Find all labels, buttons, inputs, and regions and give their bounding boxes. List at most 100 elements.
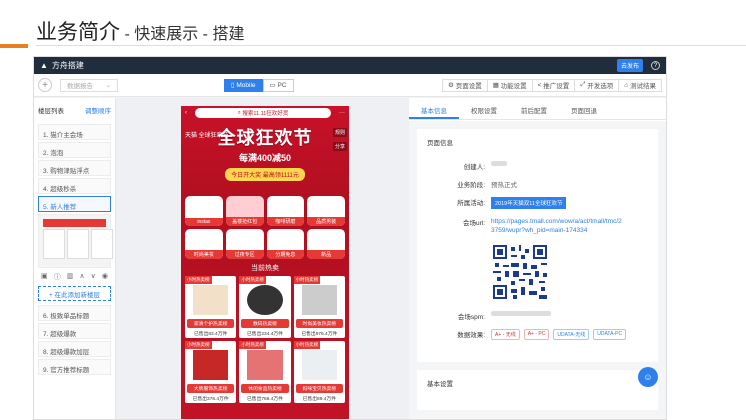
floor-item-selected[interactable]: 5. 新人推荐 [38, 196, 111, 212]
product-name: 家清个护热卖榜 [187, 319, 235, 328]
slide-title: 业务简介 - 快速展示 - 搭建 [36, 16, 244, 46]
floor-item[interactable]: 1. 猫介主会场 [38, 124, 111, 140]
category-item[interactable]: 新品 [307, 229, 345, 259]
phone-preview[interactable]: ‹ ⌕ 搜索11.11狂欢好货 ··· 天猫 全球狂欢节 规则 分享 全球狂欢节… [181, 106, 349, 419]
mobile-button[interactable]: ▯ Mobile [224, 78, 263, 92]
function-settings-button[interactable]: ▦ 功能设置 [486, 78, 533, 92]
floor-item[interactable]: 6. 极致单品标题 [38, 305, 111, 321]
spm-value [491, 311, 551, 318]
delete-icon[interactable]: ▥ [67, 272, 74, 282]
floor-list-panel: 楼层列表 调整顺序 1. 猫介主会场 2. 泡泡 3. 购物津贴浮点 4. 超级… [34, 98, 116, 419]
preview-area: ‹ ⌕ 搜索11.11狂欢好货 ··· 天猫 全球狂欢节 规则 分享 全球狂欢节… [116, 98, 409, 419]
product-image [193, 285, 229, 315]
tab-config[interactable]: 前后配置 [509, 98, 559, 119]
logo-icon: ▲ [40, 61, 48, 70]
down-icon[interactable]: ∨ [91, 272, 96, 282]
product-card[interactable]: 小时热卖榜 休闲食品热卖榜 已售出766.4万件 [239, 341, 291, 403]
product-card[interactable]: 小时热卖榜 时尚美妆热卖榜 已售出976.4万件 [293, 276, 345, 338]
info-icon[interactable]: ⓘ [54, 272, 61, 282]
product-sold: 已售出766.4万件 [246, 397, 283, 402]
url-row: 会场url: https://pages.tmall.com/wow/a/act… [427, 217, 648, 235]
chip-udata-wireless[interactable]: UDATA-无线 [553, 329, 590, 340]
spm-row: 会场spm: [427, 311, 648, 321]
app-window: ▲ 方舟搭建 去发布 ? + 数据报告 ⌄ ▯ Mobile ▭ PC ⚙ 页面… [33, 56, 667, 420]
code-icon: ⤢ [580, 81, 588, 88]
category-item[interactable]: 分期免息 [266, 229, 305, 259]
publish-button[interactable]: 去发布 [616, 59, 643, 72]
category-item[interactable]: 过夜专区 [225, 229, 264, 259]
chip-udata-pc[interactable]: UDATA-PC [593, 329, 627, 340]
promo-settings-button[interactable]: < 推广设置 [531, 78, 576, 92]
creator-row: 创建人: [427, 161, 648, 171]
product-card[interactable]: 小时热卖榜 妈咪宝贝热卖榜 已售出89.4万件 [293, 341, 345, 403]
add-button[interactable]: + [38, 78, 52, 92]
phone-search[interactable]: ⌕ 搜索11.11狂欢好货 [195, 108, 331, 118]
creator-label: 创建人: [463, 164, 485, 171]
back-icon[interactable]: ‹ [185, 110, 187, 116]
page-settings-button[interactable]: ⚙ 页面设置 [442, 78, 488, 92]
floor-item[interactable]: 2. 泡泡 [38, 142, 111, 158]
promo-settings-label: 推广设置 [543, 83, 570, 90]
tab-rollback[interactable]: 页面回退 [559, 98, 609, 119]
activity-label: 所属活动: [457, 200, 485, 207]
monitor-icon: ▭ [269, 82, 278, 89]
rules-label[interactable]: 规则 [333, 128, 347, 137]
share-label[interactable]: 分享 [333, 142, 347, 151]
product-card[interactable]: 小时热卖榜 家清个护热卖榜 已售出83.4万件 [185, 276, 237, 338]
up-icon[interactable]: ∧ [79, 272, 84, 282]
test-results-button[interactable]: ⌂ 测试结果 [618, 78, 662, 92]
floor-item[interactable]: 4. 超级秒杀 [38, 178, 111, 194]
product-image [301, 285, 337, 315]
dev-options-button[interactable]: ⤢ 开发选项 [574, 78, 620, 92]
floor-item[interactable]: 3. 购物津贴浮点 [38, 160, 111, 176]
floor-item[interactable]: 8. 超级爆款加层 [38, 341, 111, 357]
category-item[interactable]: 品质男装 [307, 196, 345, 226]
pc-label: PC [277, 81, 287, 89]
floor-list-header: 楼层列表 调整顺序 [34, 98, 115, 122]
eye-icon[interactable]: ◉ [102, 272, 108, 282]
product-grid: 小时热卖榜 家清个护热卖榜 已售出83.4万件 小时热卖榜 数码热卖榜 已售出2… [181, 276, 349, 403]
product-name: 数码热卖榜 [241, 319, 289, 328]
product-tag: 小时热卖榜 [293, 341, 321, 349]
settings-icon: ⚙ [448, 82, 456, 89]
spm-label: 会场spm: [457, 314, 485, 321]
category-item[interactable]: instax [185, 196, 223, 226]
phone-header: ‹ ⌕ 搜索11.11狂欢好货 ··· [181, 106, 349, 120]
settings-tabs: 基本信息 权限设置 前后配置 页面回退 [409, 98, 666, 120]
basic-settings-card: 基本设置 [417, 370, 658, 410]
question-icon[interactable]: ? [651, 61, 660, 70]
page-url-link[interactable]: https://pages.tmall.com/wow/a/act/tmall/… [491, 217, 623, 235]
floor-item[interactable]: 9. 官方推荐标题 [38, 359, 111, 375]
product-card[interactable]: 小时热卖榜 数码热卖榜 已售出234.4万件 [239, 276, 291, 338]
device-switch: ▯ Mobile ▭ PC [224, 78, 294, 92]
data-source-select[interactable]: 数据报告 ⌄ [60, 78, 118, 92]
assistant-icon[interactable]: ☺ [638, 367, 658, 387]
category-item[interactable]: 时尚美妆 [185, 229, 223, 259]
url-label: 会场url: [462, 220, 485, 227]
product-card[interactable]: 小时热卖榜 大牌服饰热卖榜 已售出376.4万件 [185, 341, 237, 403]
reorder-link[interactable]: 调整顺序 [85, 105, 111, 115]
product-image [301, 350, 337, 380]
chip-aplus-pc[interactable]: A+ - PC [523, 329, 550, 340]
add-floor-button[interactable]: + 在此添加新楼层 [38, 286, 111, 301]
more-icon[interactable]: ··· [339, 110, 345, 116]
category-item[interactable]: 咖啡研磨 [266, 196, 305, 226]
category-item[interactable]: 盖楼抢红包 [225, 196, 264, 226]
top-bar: ▲ 方舟搭建 去发布 ? [34, 57, 666, 74]
slide-subtitle: - 快速展示 - 搭建 [120, 26, 245, 43]
pc-button[interactable]: ▭ PC [262, 78, 294, 92]
category-grid: instax 盖楼抢红包 咖啡研磨 品质男装 时尚美妆 过夜专区 分期免息 新品 [181, 196, 349, 259]
floor-thumbnail[interactable] [38, 214, 113, 268]
product-tag: 小时热卖榜 [239, 276, 266, 284]
category-label: 盖楼抢红包 [225, 217, 264, 226]
product-image [247, 285, 283, 315]
thumb-product [43, 229, 65, 259]
floor-item[interactable]: 7. 超级爆款 [38, 323, 111, 339]
tab-permissions[interactable]: 权限设置 [459, 98, 509, 119]
settings-panel: 基本信息 权限设置 前后配置 页面回退 页面信息 创建人: 业务阶段: 预热正式… [409, 98, 666, 419]
chip-aplus-wireless[interactable]: A+ - 无线 [491, 329, 520, 340]
copy-icon[interactable]: ▣ [41, 272, 48, 282]
product-image [247, 350, 283, 380]
product-sold: 已售出89.4万件 [302, 397, 336, 402]
tab-basic-info[interactable]: 基本信息 [409, 98, 459, 119]
